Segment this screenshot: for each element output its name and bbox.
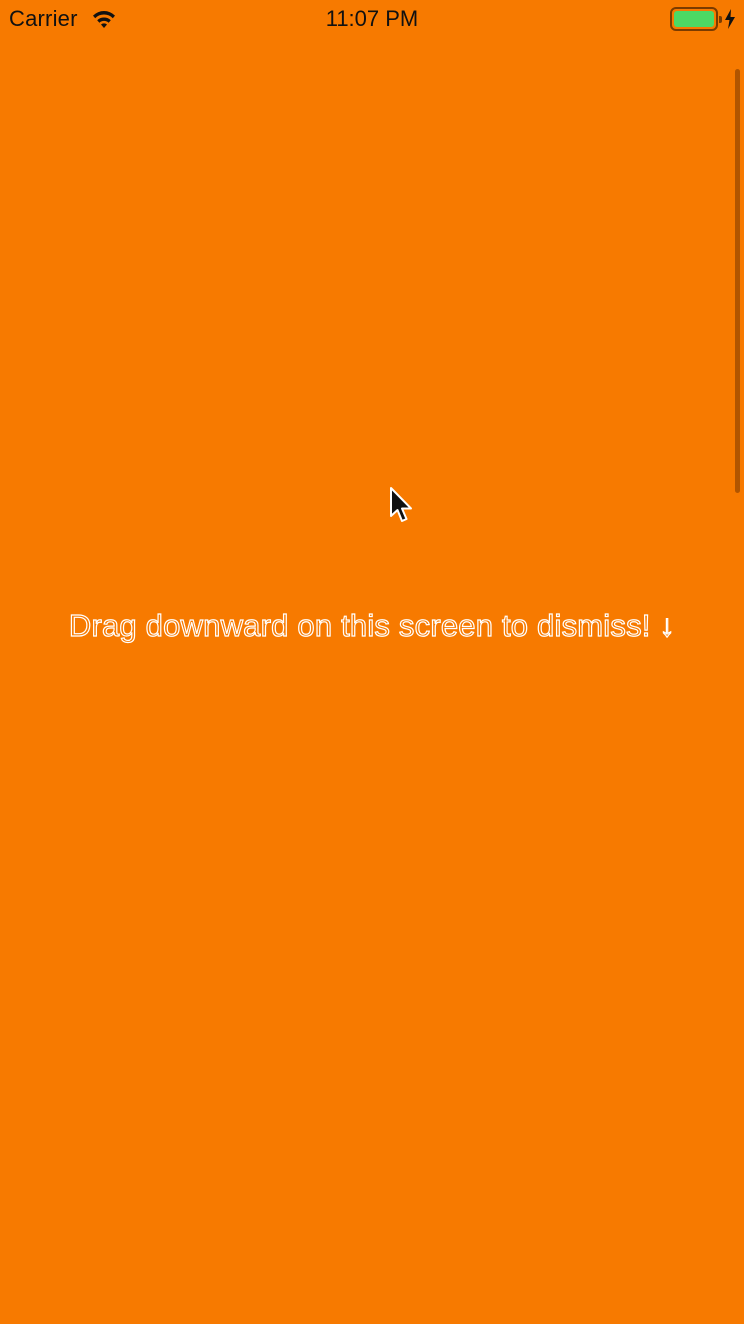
time-label: 11:07 PM — [325, 6, 419, 31]
instruction-label: Drag downward on this screen to dismiss!… — [68, 607, 676, 643]
status-bar: Carrier 11:07 PM — [0, 0, 744, 40]
battery-group — [670, 7, 736, 31]
battery-icon — [670, 7, 722, 31]
battery-fill — [674, 11, 714, 27]
battery-cap — [719, 16, 722, 23]
charging-bolt-icon — [725, 9, 735, 29]
arrow-cursor-icon — [390, 487, 412, 522]
scroll-indicator[interactable] — [735, 69, 740, 493]
